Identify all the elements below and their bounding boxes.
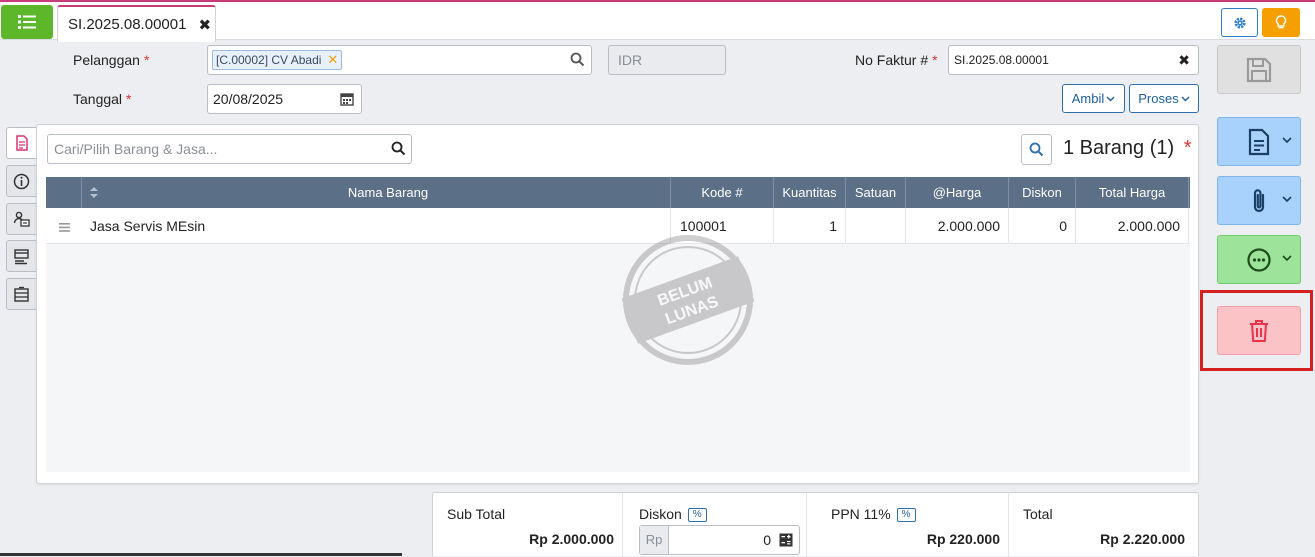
calendar-icon[interactable] xyxy=(340,92,354,106)
col-total-harga[interactable]: Total Harga xyxy=(1076,177,1189,208)
item-search-input[interactable]: Cari/Pilih Barang & Jasa... xyxy=(47,134,412,164)
drag-column-header xyxy=(46,177,82,208)
cell-satuan xyxy=(846,208,906,244)
side-tab-payment[interactable] xyxy=(6,240,37,272)
proses-label: Proses xyxy=(1138,91,1179,106)
col-harga[interactable]: @Harga xyxy=(906,177,1009,208)
currency-field: IDR xyxy=(608,45,726,75)
close-icon[interactable]: ✖ xyxy=(198,16,211,34)
customer-tag: [C.00002] CV Abadi ✕ xyxy=(212,50,343,70)
document-icon xyxy=(1248,128,1270,155)
ambil-button[interactable]: Ambil xyxy=(1062,84,1125,113)
paperclip-icon xyxy=(1253,188,1265,212)
cell-kode: 100001 xyxy=(671,208,774,244)
col-diskon[interactable]: Diskon xyxy=(1009,177,1076,208)
chevron-down-icon xyxy=(1282,196,1292,203)
cell-nama: Jasa Servis MEsin xyxy=(82,208,671,244)
col-nama-barang[interactable]: Nama Barang xyxy=(106,177,671,208)
item-search-button[interactable] xyxy=(1021,134,1052,165)
total-section: Total Rp 2.220.000 xyxy=(1009,493,1199,557)
discount-input[interactable]: Rp 0 xyxy=(639,525,800,555)
side-tab-archive[interactable] xyxy=(6,278,37,310)
chevron-down-icon xyxy=(1282,255,1292,262)
more-icon xyxy=(1247,247,1271,272)
chevron-down-icon xyxy=(1106,96,1115,101)
discount-label: Diskon% xyxy=(639,506,707,522)
cell-kuantitas: 1 xyxy=(774,208,846,244)
discount-currency: Rp xyxy=(640,526,669,554)
user-money-icon xyxy=(13,211,30,227)
clear-icon[interactable]: ✖ xyxy=(1178,46,1190,74)
tab-invoice[interactable]: SI.2025.08.00001 ✖ xyxy=(57,5,216,42)
cell-total: 2.000.000 xyxy=(1076,208,1189,244)
side-tab-customer[interactable] xyxy=(6,203,37,235)
proses-button[interactable]: Proses xyxy=(1129,84,1199,113)
list-icon xyxy=(18,15,36,29)
side-tab-items[interactable] xyxy=(6,127,37,159)
invoice-number-input[interactable]: SI.2025.08.00001 ✖ xyxy=(948,45,1199,75)
sort-icon[interactable] xyxy=(82,177,106,208)
document-icon xyxy=(16,135,28,151)
faktur-label: No Faktur # * xyxy=(855,52,938,68)
tab-invoice-label: SI.2025.08.00001 xyxy=(68,16,187,33)
more-actions-button[interactable] xyxy=(1217,235,1301,284)
remove-tag-icon[interactable]: ✕ xyxy=(327,52,338,68)
tanggal-label: Tanggal * xyxy=(73,91,132,107)
total-value: Rp 2.220.000 xyxy=(1100,531,1185,547)
highlight-box xyxy=(1200,290,1313,371)
ppn-percent-toggle[interactable]: % xyxy=(896,508,916,522)
ppn-label: PPN 11%% xyxy=(831,506,916,522)
discount-percent-toggle[interactable]: % xyxy=(687,508,707,522)
cell-harga: 2.000.000 xyxy=(906,208,1009,244)
search-icon[interactable] xyxy=(570,52,585,67)
payment-icon xyxy=(14,248,29,264)
search-icon xyxy=(1029,142,1044,157)
table-header: Nama Barang Kode # Kuantitas Satuan @Har… xyxy=(46,177,1190,208)
save-button[interactable] xyxy=(1217,45,1301,94)
attachment-button[interactable] xyxy=(1217,176,1301,225)
items-table: Nama Barang Kode # Kuantitas Satuan @Har… xyxy=(46,177,1190,472)
subtotal-value: Rp 2.000.000 xyxy=(529,531,614,547)
col-kode[interactable]: Kode # xyxy=(671,177,774,208)
date-value: 20/08/2025 xyxy=(213,91,284,107)
ppn-section: PPN 11%% Rp 220.000 xyxy=(807,493,1009,557)
invoice-number-value: SI.2025.08.00001 xyxy=(954,53,1049,67)
lightbulb-icon xyxy=(1275,15,1287,29)
col-satuan[interactable]: Satuan xyxy=(846,177,906,208)
info-icon xyxy=(13,173,30,189)
total-label: Total xyxy=(1023,506,1053,522)
menu-button[interactable] xyxy=(1,5,53,39)
cell-diskon: 0 xyxy=(1009,208,1076,244)
chevron-down-icon xyxy=(1181,96,1190,101)
table-row[interactable]: Jasa Servis MEsin 100001 1 2.000.000 0 2… xyxy=(46,208,1190,244)
print-document-button[interactable] xyxy=(1217,117,1301,166)
pelanggan-label: Pelanggan * xyxy=(73,52,150,68)
subtotal-label: Sub Total xyxy=(447,506,506,522)
settings-button[interactable] xyxy=(1221,8,1258,37)
archive-icon xyxy=(14,286,29,302)
customer-tag-label: [C.00002] CV Abadi xyxy=(216,53,322,67)
col-kuantitas[interactable]: Kuantitas xyxy=(774,177,846,208)
gear-icon xyxy=(1234,17,1245,28)
subtotal-section: Sub Total Rp 2.000.000 xyxy=(433,493,623,557)
tips-button[interactable] xyxy=(1262,8,1300,37)
drag-handle-icon[interactable] xyxy=(46,208,82,244)
item-search-placeholder: Cari/Pilih Barang & Jasa... xyxy=(54,141,218,157)
ppn-value: Rp 220.000 xyxy=(926,531,1000,547)
tab-bar: SI.2025.08.00001 ✖ xyxy=(0,2,1315,42)
calculator-icon[interactable] xyxy=(779,533,793,547)
ambil-label: Ambil xyxy=(1071,91,1105,106)
customer-select[interactable]: [C.00002] CV Abadi ✕ xyxy=(207,45,592,75)
date-input[interactable]: 20/08/2025 xyxy=(207,84,362,114)
side-tab-info[interactable] xyxy=(6,165,37,197)
save-icon xyxy=(1246,57,1272,82)
search-icon[interactable] xyxy=(391,141,406,156)
item-count: 1 Barang (1) * xyxy=(1063,137,1192,159)
summary-bar: Sub Total Rp 2.000.000 Diskon% PPN 11%% … xyxy=(432,492,1199,557)
items-panel: Cari/Pilih Barang & Jasa... 1 Barang (1)… xyxy=(36,124,1199,484)
chevron-down-icon xyxy=(1282,137,1292,144)
discount-value: 0 xyxy=(763,532,771,548)
